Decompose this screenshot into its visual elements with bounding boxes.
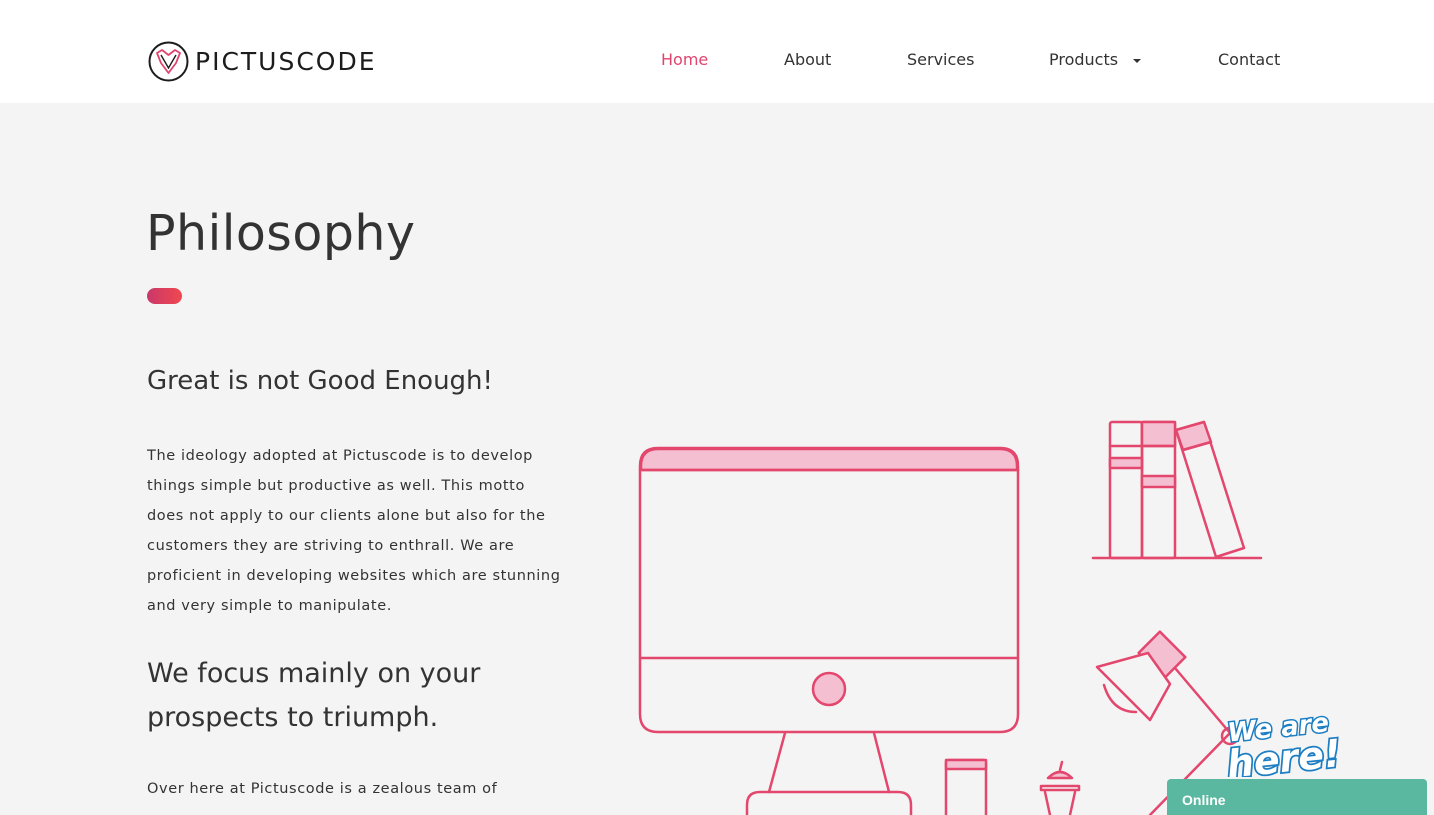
chat-status: Online	[1182, 792, 1226, 808]
section-subheading: We focus mainly on your prospects to tri…	[147, 658, 481, 733]
cup-icon	[944, 758, 988, 815]
nav-about[interactable]: About	[784, 50, 831, 69]
main-nav: Home About Services Products Contact	[0, 50, 1434, 72]
chat-widget-bar[interactable]: Online	[1167, 779, 1427, 815]
workspace-illustration	[638, 420, 1263, 815]
title-underline	[147, 288, 182, 304]
chat-badge-icon[interactable]: We are here!	[1222, 703, 1372, 777]
nav-home[interactable]: Home	[661, 50, 708, 69]
nav-contact[interactable]: Contact	[1218, 50, 1280, 69]
site-header: PICTUSCODE Home About Services Products …	[0, 0, 1434, 103]
section-paragraph: The ideology adopted at Pictuscode is to…	[147, 448, 561, 614]
books-icon	[1091, 420, 1263, 560]
section-paragraph-2: Over here at Pictuscode is a zealous tea…	[147, 781, 498, 797]
nav-services[interactable]: Services	[907, 50, 974, 69]
smoothie-icon	[1039, 760, 1081, 815]
page-title: Philosophy	[146, 205, 416, 262]
nav-products[interactable]: Products	[1049, 50, 1118, 69]
section-heading: Great is not Good Enough!	[147, 366, 493, 396]
caret-down-icon[interactable]	[1133, 59, 1141, 63]
